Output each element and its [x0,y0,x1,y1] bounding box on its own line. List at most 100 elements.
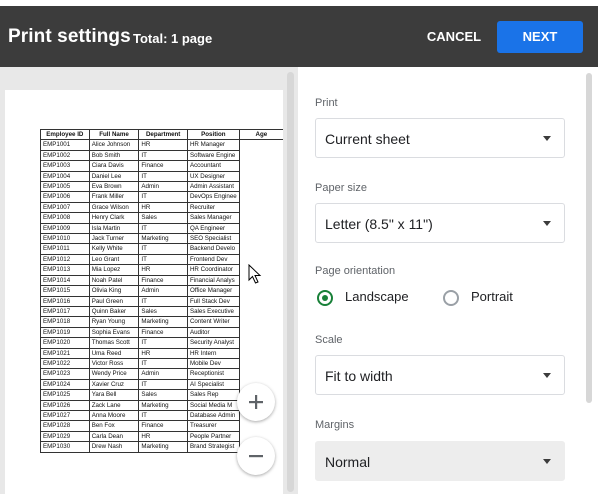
plus-icon [249,395,263,409]
table-cell: Ben Fox [88,420,140,432]
table-cell-age [238,150,283,161]
table-cell: Yara Bell [88,389,140,401]
table-cell: Thomas Scott [88,337,140,349]
table-cell-age [238,316,283,328]
table-cell: Mia Lopez [88,264,140,276]
print-select[interactable]: Current sheet [315,118,565,158]
margins-label: Margins [315,419,355,431]
margins-select[interactable]: Normal [315,441,565,481]
table-cell: EMP1016 [40,295,90,307]
table-cell: Marketing [138,316,188,328]
scale-select[interactable]: Fit to width [315,355,565,395]
preview-scrollbar[interactable] [287,72,294,492]
table-row: EMP1022 Victor Ross IT Mobile Dev [40,357,283,370]
page-count: Total: 1 page [133,31,213,46]
table-cell: EMP1004 [40,170,90,183]
table-row: EMP1008 Henry Clark Sales Sales Manager [40,212,283,224]
table-cell: EMP1013 [40,264,90,276]
table-cell: EMP1011 [40,243,90,255]
table-cell: IT [138,253,188,266]
table-cell: Security Analyst [186,337,240,349]
landscape-label: Landscape [345,289,409,304]
table-cell: Admin [138,285,188,297]
table-cell: Marketing [138,441,188,453]
table-cell: EMP1021 [40,347,90,359]
table-cell: UX Designer [186,170,240,183]
table-cell: HR Manager [186,139,240,151]
table-cell: EMP1003 [40,160,90,172]
paper-size-select-value: Letter (8.5" x 11") [325,216,433,232]
column-header: Full Name [88,128,140,141]
table-cell: EMP1025 [40,389,90,401]
table-cell: Finance [138,420,188,432]
table-cell: Drew Nash [88,441,140,453]
table-cell: Software Engine [186,149,240,162]
table-cell: Xavier Cruz [88,378,140,391]
table-cell: Carla Dean [88,430,140,443]
dropdown-arrow-icon [543,221,551,226]
table-cell: Noah Patel [88,274,140,287]
table-cell: Sales [138,212,188,224]
table-row: EMP1016 Paul Green IT Full Stack Dev [40,295,283,307]
table-cell: HR [138,347,188,359]
table-cell-age [238,306,283,317]
table-cell: EMP1001 [40,139,90,151]
table-row: EMP1003 Ciara Davis Finance Accountant [40,160,283,172]
table-cell: HR [138,264,188,276]
table-cell-age [238,358,283,369]
table-cell: EMP1014 [40,274,90,287]
table-header-row: Employee ID Full Name Department Positio… [40,128,283,141]
cancel-button[interactable]: CANCEL [418,21,490,53]
table-row: EMP1001 Alice Johnson HR HR Manager [40,139,283,151]
table-cell: Marketing [138,233,188,245]
table-row: EMP1006 Frank Miller IT DevOps Enginee [40,191,283,203]
table-cell-age [238,191,283,203]
table-cell: Quinn Baker [88,305,140,318]
zoom-in-button[interactable] [237,383,275,421]
next-button[interactable]: NEXT [497,21,583,53]
table-cell: HR [138,201,188,214]
table-cell: IT [138,409,188,422]
table-cell: SEO Specialist [186,233,240,245]
table-cell: EMP1026 [40,399,90,411]
table-cell: Treasurer [186,420,240,432]
table-cell: Recruiter [186,201,240,214]
table-cell: EMP1023 [40,368,90,380]
table-cell: Mobile Dev [186,357,240,370]
dropdown-arrow-icon [543,459,551,464]
table-cell-age [238,285,283,296]
table-cell: Olivia King [88,285,140,297]
table-cell: Victor Ross [88,357,140,370]
table-cell: Brand Strategist [186,441,240,453]
zoom-out-button[interactable] [237,437,275,475]
table-cell: Sales [138,305,188,318]
table-cell: HR Intern [186,347,240,359]
table-cell: HR [138,430,188,443]
table-row: EMP1028 Ben Fox Finance Treasurer [40,420,283,432]
table-row: EMP1011 Kelly White IT Backend Develo [40,243,283,255]
settings-pane: Print Current sheet Paper size Letter (8… [298,67,598,494]
margins-select-value: Normal [325,454,371,470]
table-cell: Sales [138,389,188,401]
radio-unchecked-icon [443,290,459,306]
table-row: EMP1013 Mia Lopez HR HR Coordinator [40,264,283,276]
table-cell: Ryan Young [88,316,140,328]
table-cell: Anna Moore [88,409,140,422]
column-header: Position [186,128,240,141]
table-cell: Sales Manager [186,212,240,224]
column-header: Employee ID [40,128,90,141]
table-cell: EMP1002 [40,149,90,162]
table-cell-age [238,139,283,151]
paper-size-select[interactable]: Letter (8.5" x 11") [315,203,565,243]
print-select-value: Current sheet [325,131,410,147]
settings-scrollbar[interactable] [586,73,592,403]
table-cell: Auditor [186,326,240,339]
table-cell: IT [138,170,188,183]
table-row: EMP1023 Wendy Price Admin Receptionist [40,368,283,380]
table-row: EMP1002 Bob Smith IT Software Engine [40,149,283,162]
table-cell: Social Media M [186,399,240,411]
table-cell: Sales Rep [186,389,240,401]
table-cell: Frank Miller [88,191,140,203]
table-cell: EMP1030 [40,441,90,453]
table-cell: EMP1007 [40,201,90,214]
